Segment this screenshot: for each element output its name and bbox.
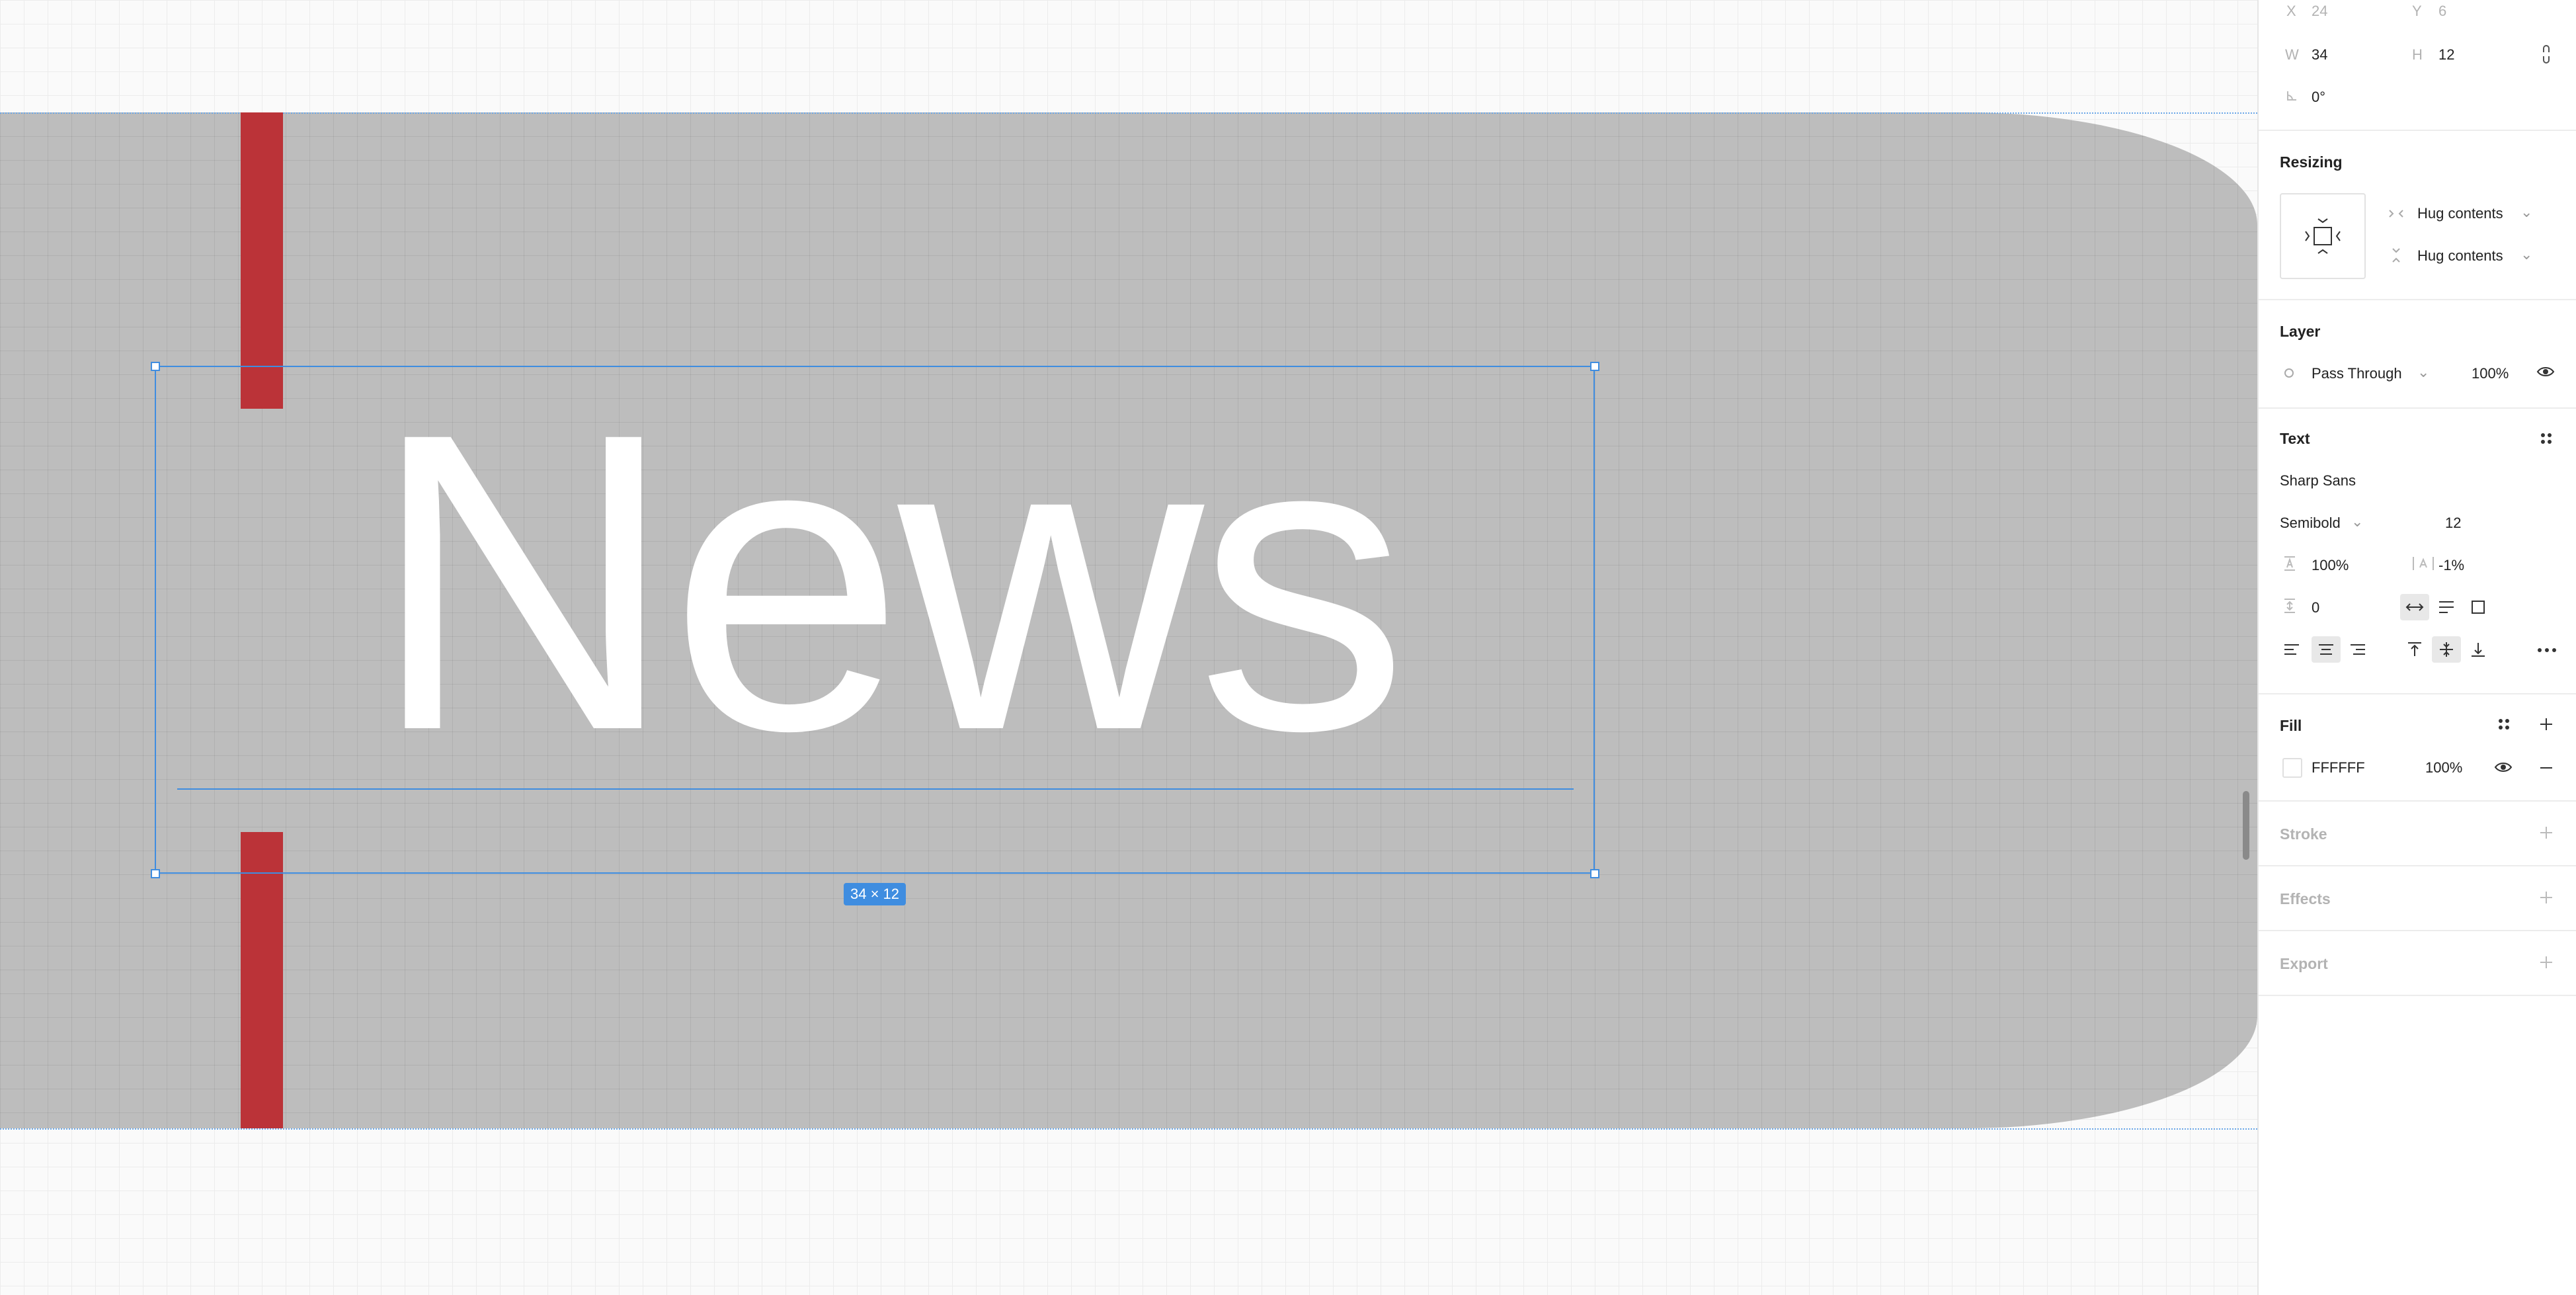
fill-color-swatch[interactable] [2282, 758, 2302, 778]
align-bottom-icon[interactable] [2464, 636, 2493, 663]
fixed-size-icon[interactable] [2464, 594, 2493, 620]
divider [2259, 995, 2576, 996]
red-guide-bar-bottom[interactable] [241, 832, 283, 1128]
divider [2259, 299, 2576, 300]
align-right-icon[interactable] [2345, 636, 2371, 663]
x-input[interactable]: 24 [2312, 3, 2327, 20]
export-section-title: Export [2280, 955, 2328, 972]
divider [2259, 865, 2576, 866]
layer-section-title: Layer [2280, 323, 2321, 340]
eye-icon[interactable] [2493, 758, 2514, 776]
frame-bottom-edge [0, 1128, 2257, 1130]
size-badge: 34 × 12 [844, 883, 906, 905]
vertical-resizing-select[interactable]: Hug contents [2417, 247, 2503, 265]
align-left-icon[interactable] [2278, 636, 2305, 663]
hug-horizontal-icon [2387, 205, 2405, 222]
text-baseline [177, 788, 1574, 790]
more-options-icon[interactable] [2534, 639, 2560, 661]
align-middle-icon[interactable] [2432, 636, 2461, 663]
divider [2259, 930, 2576, 931]
stroke-section-title: Stroke [2280, 825, 2327, 843]
resize-handle-bottom-left[interactable] [151, 869, 160, 878]
chevron-down-icon: ⌄ [2520, 246, 2533, 263]
fill-styles-icon[interactable] [2494, 714, 2514, 734]
auto-height-icon[interactable] [2432, 594, 2461, 620]
line-height-icon [2282, 554, 2297, 573]
divider [2259, 407, 2576, 409]
h-label: H [2412, 46, 2423, 63]
horizontal-resizing-select[interactable]: Hug contents [2417, 205, 2503, 222]
fill-opacity-input[interactable]: 100% [2425, 759, 2462, 776]
chevron-down-icon: ⌄ [2520, 204, 2533, 220]
chevron-down-icon: ⌄ [2417, 364, 2430, 380]
constrain-proportions-icon[interactable] [2536, 42, 2556, 66]
add-effect-icon[interactable] [2536, 888, 2556, 907]
align-top-icon[interactable] [2400, 636, 2429, 663]
remove-fill-icon[interactable] [2536, 758, 2556, 778]
add-export-icon[interactable] [2536, 952, 2556, 972]
text-styles-icon[interactable] [2536, 429, 2556, 448]
rotation-icon [2285, 89, 2298, 103]
vertical-scrollbar[interactable] [2243, 791, 2249, 860]
paragraph-spacing-icon [2282, 597, 2297, 615]
line-height-input[interactable]: 100% [2312, 557, 2349, 574]
hug-vertical-icon [2387, 246, 2405, 265]
divider [2259, 800, 2576, 802]
blend-mode-select[interactable]: Pass Through [2312, 365, 2402, 382]
font-weight-select[interactable]: Semibold [2280, 515, 2341, 532]
add-fill-icon[interactable] [2536, 714, 2556, 734]
auto-width-icon[interactable] [2400, 594, 2429, 620]
resizing-widget[interactable] [2280, 193, 2366, 279]
resize-handle-bottom-right[interactable] [1590, 869, 1599, 878]
add-stroke-icon[interactable] [2536, 823, 2556, 843]
font-size-input[interactable]: 12 [2445, 515, 2461, 532]
divider [2259, 693, 2576, 694]
letter-spacing-icon [2412, 554, 2435, 573]
x-label: X [2286, 3, 2296, 19]
blend-mode-icon [2282, 366, 2296, 380]
y-input[interactable]: 6 [2438, 3, 2446, 20]
design-canvas[interactable]: News 34 × 12 [0, 0, 2257, 1295]
y-label: Y [2412, 3, 2422, 19]
resize-handle-top-left[interactable] [151, 362, 160, 371]
w-label: W [2285, 46, 2299, 63]
chevron-down-icon: ⌄ [2351, 513, 2364, 530]
text-section-title: Text [2280, 430, 2310, 447]
font-family-select[interactable]: Sharp Sans [2280, 472, 2356, 489]
red-guide-bar-top[interactable] [241, 112, 283, 409]
eye-icon[interactable] [2535, 362, 2556, 381]
fill-hex-input[interactable]: FFFFFF [2312, 759, 2365, 776]
rotation-input[interactable]: 0° [2312, 89, 2325, 106]
effects-section-title: Effects [2280, 890, 2331, 907]
paragraph-spacing-input[interactable]: 0 [2312, 599, 2319, 616]
width-input[interactable]: 34 [2312, 46, 2327, 63]
letter-spacing-input[interactable]: -1% [2438, 557, 2464, 574]
resizing-section-title: Resizing [2280, 153, 2343, 171]
properties-panel: X 24 Y 6 W 34 H 12 0° Resizing Hug conte… [2257, 0, 2576, 1295]
height-input[interactable]: 12 [2438, 46, 2454, 63]
resize-handle-top-right[interactable] [1590, 362, 1599, 371]
divider [2259, 130, 2576, 131]
layer-opacity-input[interactable]: 100% [2472, 365, 2509, 382]
frame-top-edge [0, 112, 2257, 114]
selection-box [155, 366, 1595, 874]
fill-section-title: Fill [2280, 717, 2302, 734]
align-center-icon[interactable] [2312, 636, 2341, 663]
